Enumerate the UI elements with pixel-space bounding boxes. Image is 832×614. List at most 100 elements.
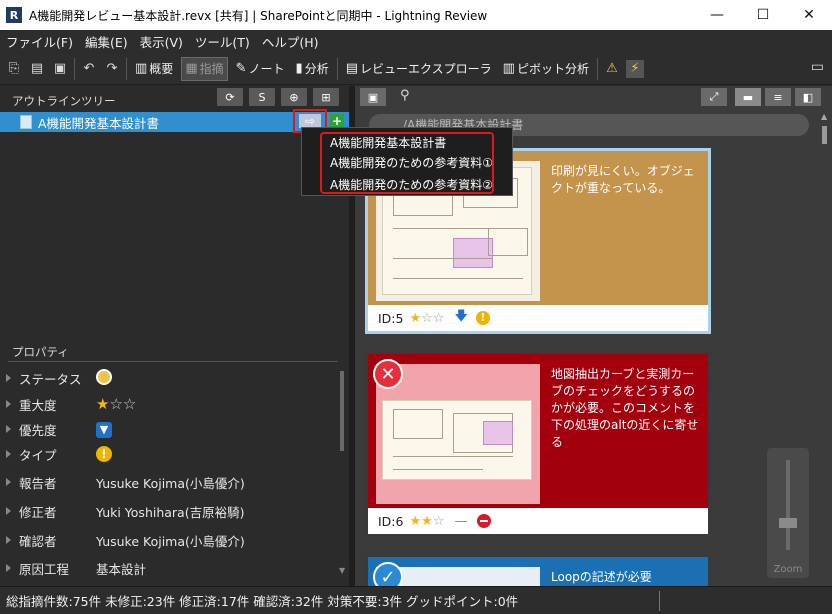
list-view-icon[interactable]: ≡	[765, 88, 791, 106]
status-open-icon	[96, 368, 112, 385]
panel-toggle-icon[interactable]: ◧	[795, 88, 821, 106]
left-panel: アウトラインツリー ⟳ S ⊕ ⊞ A機能開発基本設計書 ⇨ + プロパティ ス…	[0, 86, 349, 586]
scroll-down-icon[interactable]: ▼	[339, 566, 345, 575]
menu-item-reference-2[interactable]: A機能開発のための参考資料②	[330, 176, 493, 193]
add-item-button[interactable]: +	[330, 114, 344, 128]
status-separator	[659, 591, 660, 611]
pivot-icon: ▥	[502, 61, 515, 76]
star-empty-icon: ☆	[421, 310, 433, 326]
review-explorer-button[interactable]: ▤ レビューエクスプローラ	[343, 57, 495, 81]
severity-stars: ★☆☆	[96, 395, 136, 413]
pivot-analysis-button[interactable]: ▥ ピボット分析	[500, 57, 592, 81]
close-button[interactable]: ✕	[786, 0, 832, 30]
menu-item-basic-design[interactable]: A機能開発基本設計書	[330, 134, 446, 151]
analysis-button[interactable]: ▮ 分析	[293, 57, 332, 81]
star-empty-icon: ☆	[432, 310, 445, 326]
prop-row-reporter[interactable]: 報告者 Yusuke Kojima(小島優介)	[0, 469, 340, 495]
maximize-button[interactable]: ☐	[740, 0, 786, 30]
card-view-icon[interactable]: ▬	[735, 88, 761, 106]
star-empty-icon: ☆	[122, 395, 137, 413]
add-document-icon[interactable]: ⊕	[281, 88, 307, 106]
prop-row-type[interactable]: タイプ !	[0, 441, 340, 467]
note-button[interactable]: ✎ ノート	[233, 57, 288, 81]
priority-none-icon: —	[454, 513, 468, 529]
expand-icon	[6, 374, 11, 382]
toolbar-separator	[596, 57, 598, 80]
prop-row-status[interactable]: ステータス	[0, 365, 340, 391]
type-stop-icon	[477, 514, 492, 528]
app-logo-icon: R	[6, 7, 22, 23]
indication-card-loop[interactable]: ✓ Loopの記述が必要	[365, 554, 711, 586]
search-icon[interactable]: ⚲	[400, 88, 410, 103]
star-filled-icon: ★	[409, 513, 422, 529]
warning-icon[interactable]: ⚠	[603, 60, 621, 78]
card-comment: 地図抽出カーブと実測カーブのチェックをどうするのかが必要。このコメントを下の処理…	[551, 367, 699, 449]
star-filled-icon: ★	[96, 395, 110, 413]
add-folder-icon[interactable]: ⊞	[313, 88, 339, 106]
menu-item-reference-1[interactable]: A機能開発のための参考資料①	[330, 154, 493, 171]
prop-row-confirmer[interactable]: 確認者 Yusuke Kojima(小島優介)	[0, 527, 340, 553]
status-summary: 総指摘件数:75件 未修正:23件 修正済:17件 確認済:32件 対策不要:3…	[6, 594, 519, 609]
toolbar-separator	[74, 57, 75, 80]
fit-screen-icon[interactable]: ⤢	[701, 88, 727, 106]
indication-label: 指摘	[199, 62, 224, 76]
prop-row-priority[interactable]: 優先度 ▼	[0, 416, 340, 442]
status-bar: 総指摘件数:75件 未修正:23件 修正済:17件 確認済:32件 対策不要:3…	[0, 586, 832, 614]
save-icon[interactable]: ▣	[51, 60, 69, 78]
menu-view[interactable]: 表示(V)	[134, 32, 189, 51]
overview-button[interactable]: ▥ 概要	[132, 57, 176, 81]
card-comment: Loopの記述が必要	[551, 570, 652, 584]
expand-icon	[6, 450, 11, 458]
indication-button[interactable]: ▦ 指摘	[181, 56, 228, 81]
zoom-track[interactable]	[786, 460, 790, 550]
prop-name: 重大度	[19, 397, 57, 413]
indication-card-6[interactable]: ✕ 地図抽出カーブと実測カーブのチェックをどうするのかが必要。このコメントを下の…	[365, 351, 711, 537]
menu-help[interactable]: ヘルプ(H)	[256, 32, 325, 51]
overview-icon: ▥	[135, 61, 148, 76]
expand-icon	[6, 507, 11, 515]
prop-value: Yusuke Kojima(小島優介)	[96, 475, 245, 491]
toolbar-separator	[126, 57, 127, 80]
main-toolbar: ⎘ ▤ ▣ ↶ ↷ ▥ 概要 ▦ 指摘 ✎ ノート ▮ 分析 ▤ レビューエクスプローラ …	[0, 53, 832, 85]
zoom-slider-handle[interactable]	[779, 518, 797, 528]
prop-row-cause-phase[interactable]: 原因工程 基本設計	[0, 555, 340, 581]
new-file-icon[interactable]: ⎘	[5, 60, 23, 78]
open-folder-icon[interactable]: ▤	[28, 60, 46, 78]
title-bar: R A機能開発レビュー基本設計.revx [共有] | SharePointと同…	[0, 0, 832, 30]
document-view-icon[interactable]: ▣	[360, 88, 386, 106]
sync-icon[interactable]: ⟳	[217, 88, 243, 106]
card-id: ID:5	[378, 310, 404, 326]
prop-name: ステータス	[19, 371, 82, 387]
chat-icon[interactable]: ▭	[811, 59, 824, 75]
menu-edit[interactable]: 編集(E)	[79, 32, 134, 51]
menu-file[interactable]: ファイル(F)	[0, 32, 79, 51]
minimize-button[interactable]: —	[694, 0, 740, 30]
zoom-control: Zoom	[767, 448, 809, 578]
cards-scrollbar[interactable]	[822, 126, 827, 144]
document-jump-menu: A機能開発基本設計書 A機能開発のための参考資料① A機能開発のための参考資料②	[301, 127, 513, 196]
document-thumbnail[interactable]	[376, 364, 540, 504]
prop-row-fixer[interactable]: 修正者 Yuki Yoshihara(吉原裕騎)	[0, 498, 340, 524]
prop-value: 基本設計	[96, 561, 147, 577]
sharepoint-icon[interactable]: S	[249, 88, 275, 106]
undo-icon[interactable]: ↶	[80, 60, 98, 78]
card-id: ID:6	[378, 513, 404, 529]
expand-icon	[6, 425, 11, 433]
properties-divider	[8, 361, 338, 362]
prop-value: Yusuke Kojima(小島優介)	[96, 533, 245, 549]
priority-low-icon: ▼	[96, 421, 112, 438]
card-comment: 印刷が見にくい。オブジェクトが重なっている。	[551, 164, 695, 195]
menu-tools[interactable]: ツール(T)	[189, 32, 256, 51]
overview-label: 概要	[149, 62, 174, 76]
review-explorer-label: レビューエクスプローラ	[360, 62, 492, 76]
redo-icon[interactable]: ↷	[103, 60, 121, 78]
properties-scrollbar[interactable]	[340, 371, 344, 451]
prop-name: 確認者	[19, 533, 57, 549]
menu-bar: ファイル(F) 編集(E) 表示(V) ツール(T) ヘルプ(H)	[0, 30, 832, 52]
window-title: A機能開発レビュー基本設計.revx [共有] | SharePointと同期中…	[29, 8, 488, 23]
scroll-up-icon[interactable]: ▲	[821, 112, 827, 121]
rejected-icon: ✕	[373, 359, 403, 389]
star-filled-icon: ★	[409, 310, 422, 326]
lightning-warning-icon[interactable]: ⚡	[625, 59, 644, 78]
prop-row-severity[interactable]: 重大度 ★☆☆	[0, 391, 340, 417]
